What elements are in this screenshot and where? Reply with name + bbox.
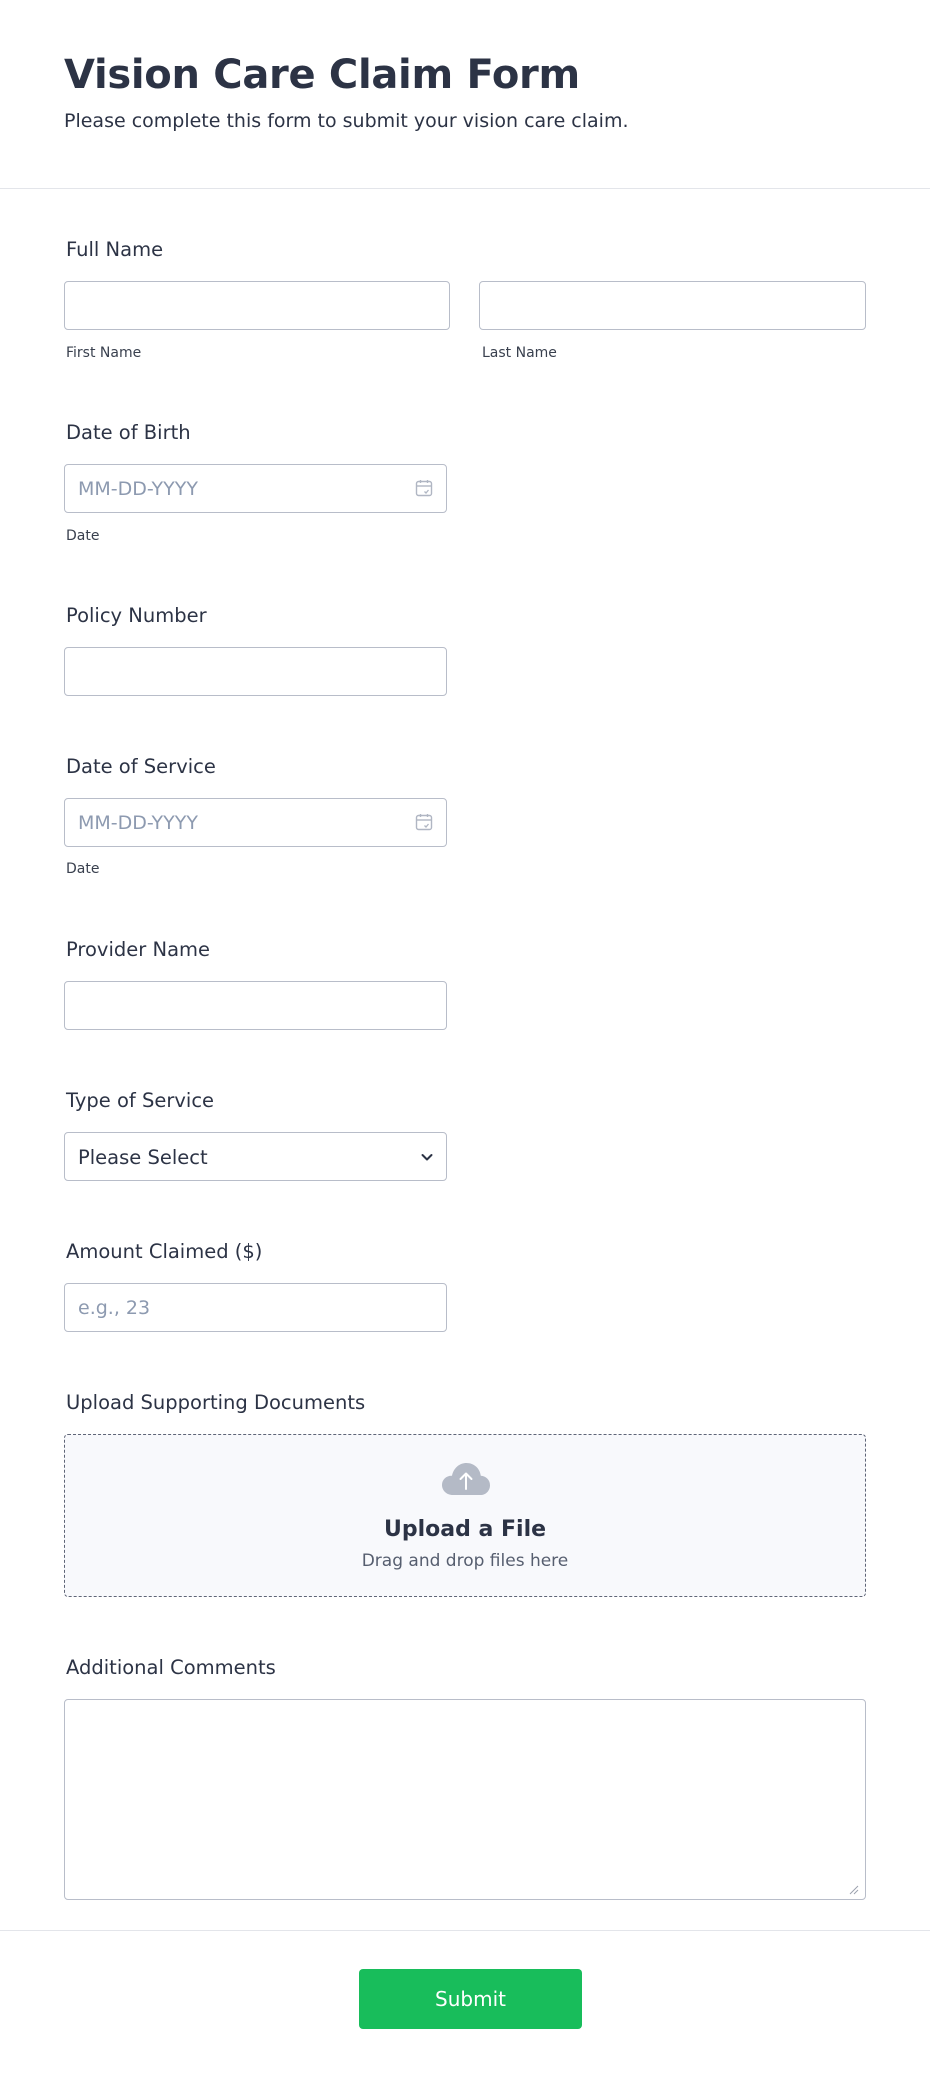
upload-description: Drag and drop files here [361, 1551, 569, 1571]
provider-name-input[interactable] [64, 981, 447, 1030]
date-of-birth-sublabel: Date [66, 528, 100, 544]
date-of-service-label: Date of Service [66, 755, 216, 778]
type-of-service-label: Type of Service [66, 1089, 215, 1112]
type-of-service-select[interactable]: Please Select [64, 1132, 447, 1181]
cloud-upload-icon [442, 1463, 490, 1495]
additional-comments-label: Additional Comments [66, 1656, 276, 1679]
form-header: Vision Care Claim Form Please complete t… [0, 0, 930, 189]
last-name-sublabel: Last Name [482, 345, 557, 361]
policy-number-input[interactable] [64, 647, 447, 696]
chevron-down-icon [421, 1154, 433, 1161]
calendar-icon[interactable] [415, 479, 433, 497]
page-subtitle: Please complete this form to submit your… [64, 110, 629, 132]
date-of-service-input[interactable] [64, 798, 447, 847]
amount-claimed-input[interactable] [64, 1283, 447, 1332]
file-upload-dropzone[interactable]: Upload a File Drag and drop files here [64, 1434, 866, 1597]
last-name-input[interactable] [479, 281, 866, 330]
additional-comments-textarea[interactable] [64, 1699, 866, 1900]
first-name-input[interactable] [64, 281, 450, 330]
upload-title: Upload a File [383, 1517, 547, 1542]
resize-grip-icon[interactable] [849, 1885, 859, 1895]
date-of-birth-label: Date of Birth [66, 421, 191, 444]
upload-label: Upload Supporting Documents [66, 1391, 366, 1414]
full-name-label: Full Name [66, 238, 164, 261]
submit-button[interactable]: Submit [359, 1969, 582, 2029]
first-name-sublabel: First Name [66, 345, 142, 361]
calendar-icon[interactable] [415, 813, 433, 831]
provider-name-label: Provider Name [66, 938, 211, 961]
policy-number-label: Policy Number [66, 604, 207, 627]
date-of-birth-input[interactable] [64, 464, 447, 513]
select-value: Please Select [78, 1146, 208, 1169]
page-title: Vision Care Claim Form [64, 52, 580, 98]
form-footer: Submit [0, 1930, 930, 2076]
date-of-service-sublabel: Date [66, 861, 100, 877]
amount-claimed-label: Amount Claimed ($) [66, 1240, 263, 1263]
